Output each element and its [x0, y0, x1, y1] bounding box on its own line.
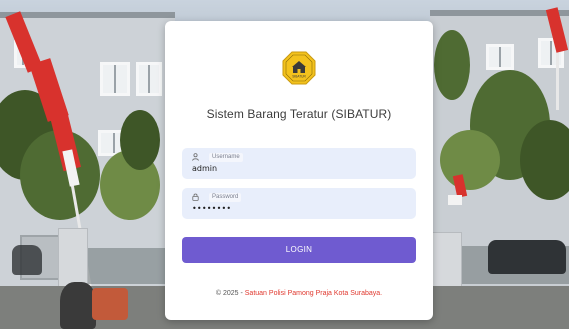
svg-text:SIBATUR: SIBATUR [292, 75, 306, 79]
username-field[interactable]: Username admin [182, 148, 416, 179]
footer-org-link[interactable]: Satuan Polisi Pamong Praja Kota Surabaya… [245, 290, 382, 297]
footer-prefix: © 2025 - [215, 290, 245, 297]
sibatur-logo: SIBATUR [282, 51, 316, 85]
footer-copyright: © 2025 - Satuan Polisi Pamong Praja Kota… [165, 290, 433, 297]
user-icon [192, 153, 199, 163]
password-input[interactable]: •••••••• [192, 204, 231, 213]
app-title: Sistem Barang Teratur (SIBATUR) [206, 107, 392, 121]
login-button[interactable]: LOGIN [182, 237, 416, 263]
username-input[interactable]: admin [192, 164, 217, 173]
login-card: SIBATUR Sistem Barang Teratur (SIBATUR) … [165, 21, 433, 320]
password-field[interactable]: Password •••••••• [182, 188, 416, 219]
username-label: Username [209, 153, 243, 162]
lock-icon [192, 193, 199, 203]
password-label: Password [209, 193, 242, 202]
